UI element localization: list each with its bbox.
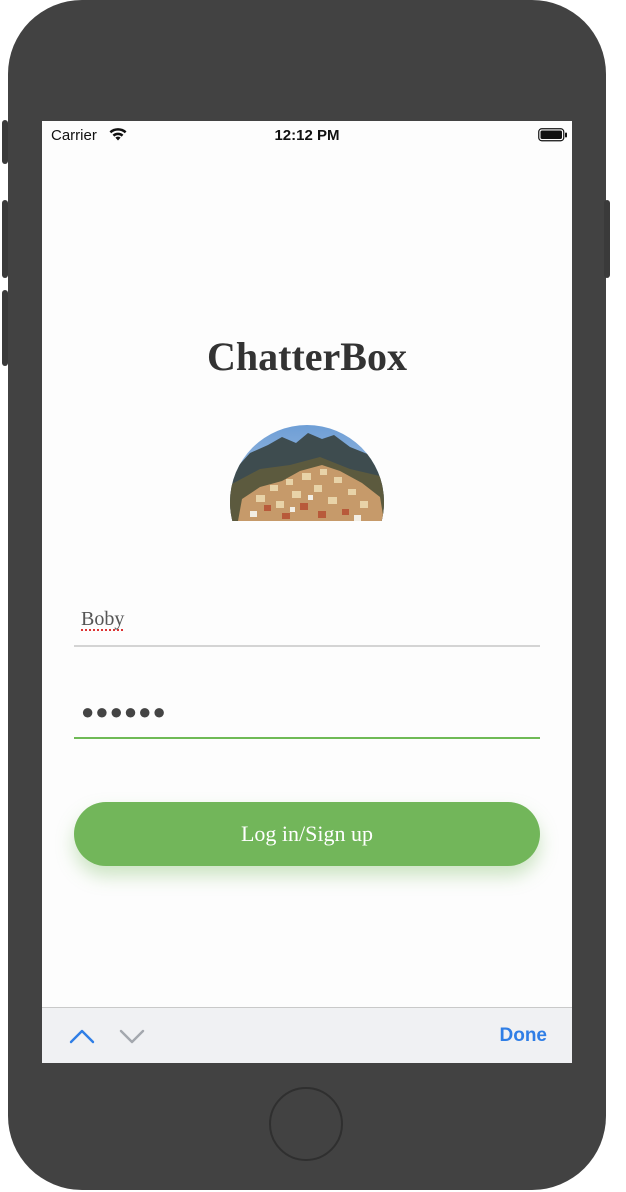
chevron-up-icon[interactable]: [68, 1024, 96, 1048]
keyboard-accessory-toolbar: Done: [42, 1007, 572, 1063]
app-title: ChatterBox: [207, 334, 407, 379]
done-button[interactable]: Done: [500, 1025, 548, 1047]
password-value: ●●●●●●: [81, 699, 167, 724]
clock-time: 12:12 PM: [274, 127, 340, 144]
username-field[interactable]: Boby: [74, 605, 540, 647]
login-signup-button[interactable]: Log in/Sign up: [74, 802, 540, 866]
username-value: Boby: [81, 608, 125, 630]
battery-full-icon: [538, 128, 567, 142]
volume-up-button: [2, 200, 8, 278]
volume-down-button: [2, 290, 8, 366]
chevron-down-icon[interactable]: [118, 1024, 146, 1048]
status-bar: Carrier 12:12 PM: [42, 121, 572, 149]
app-screen: Carrier 12:12 PM ChatterBox Boby ●●●●●● …: [42, 121, 572, 1063]
silent-switch: [2, 120, 8, 164]
home-button[interactable]: [269, 1087, 343, 1161]
password-field[interactable]: ●●●●●●: [74, 695, 540, 739]
hillside-village-photo: [230, 425, 384, 521]
power-button: [604, 200, 610, 278]
